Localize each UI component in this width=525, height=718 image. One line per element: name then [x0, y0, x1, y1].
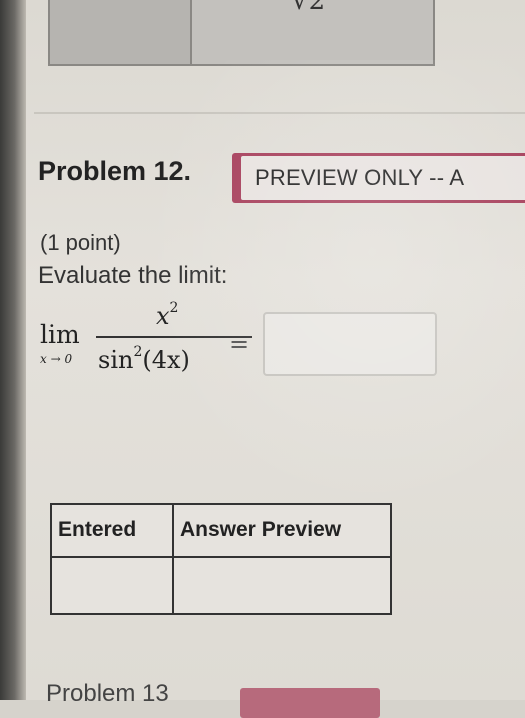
- fraction-numerator: x2: [156, 300, 179, 330]
- next-preview-badge: [240, 688, 380, 718]
- denominator-function: sin: [98, 346, 134, 374]
- denominator-argument: (4x): [142, 346, 190, 374]
- previous-entered-cell: [50, 0, 192, 64]
- problem-divider: [34, 112, 525, 114]
- table-header-row: Entered Answer Preview: [50, 503, 392, 558]
- screen-bezel: [0, 0, 26, 700]
- lim-operator: lim: [40, 320, 80, 349]
- header-answer-preview: Answer Preview: [172, 503, 392, 558]
- header-entered: Entered: [50, 503, 174, 558]
- problem-instruction: Evaluate the limit:: [38, 262, 228, 289]
- denominator-exponent: 2: [133, 344, 143, 360]
- limit-expression: lim x → 0 x2 sin2(4x): [38, 300, 258, 392]
- answer-input[interactable]: [263, 312, 437, 376]
- answer-preview-table: Entered Answer Preview: [50, 503, 392, 616]
- numerator-exponent: 2: [169, 300, 179, 316]
- previous-answer-table: √2: [48, 0, 435, 66]
- next-problem-title: Problem 13: [46, 680, 169, 707]
- problem-points: (1 point): [40, 230, 121, 255]
- preview-badge-label: PREVIEW ONLY -- A: [255, 165, 465, 190]
- problem-title: Problem 12.: [38, 156, 192, 186]
- numerator-base: x: [156, 302, 170, 330]
- answer-preview-cell: [172, 555, 392, 616]
- lim-subscript: x → 0: [40, 352, 73, 366]
- previous-preview-cell: √2: [192, 0, 433, 64]
- preview-math-glyph: √2: [292, 0, 326, 16]
- equals-sign: =: [229, 330, 250, 358]
- table-row: [50, 555, 392, 616]
- entered-cell: [50, 555, 174, 616]
- fraction-denominator: sin2(4x): [98, 344, 190, 374]
